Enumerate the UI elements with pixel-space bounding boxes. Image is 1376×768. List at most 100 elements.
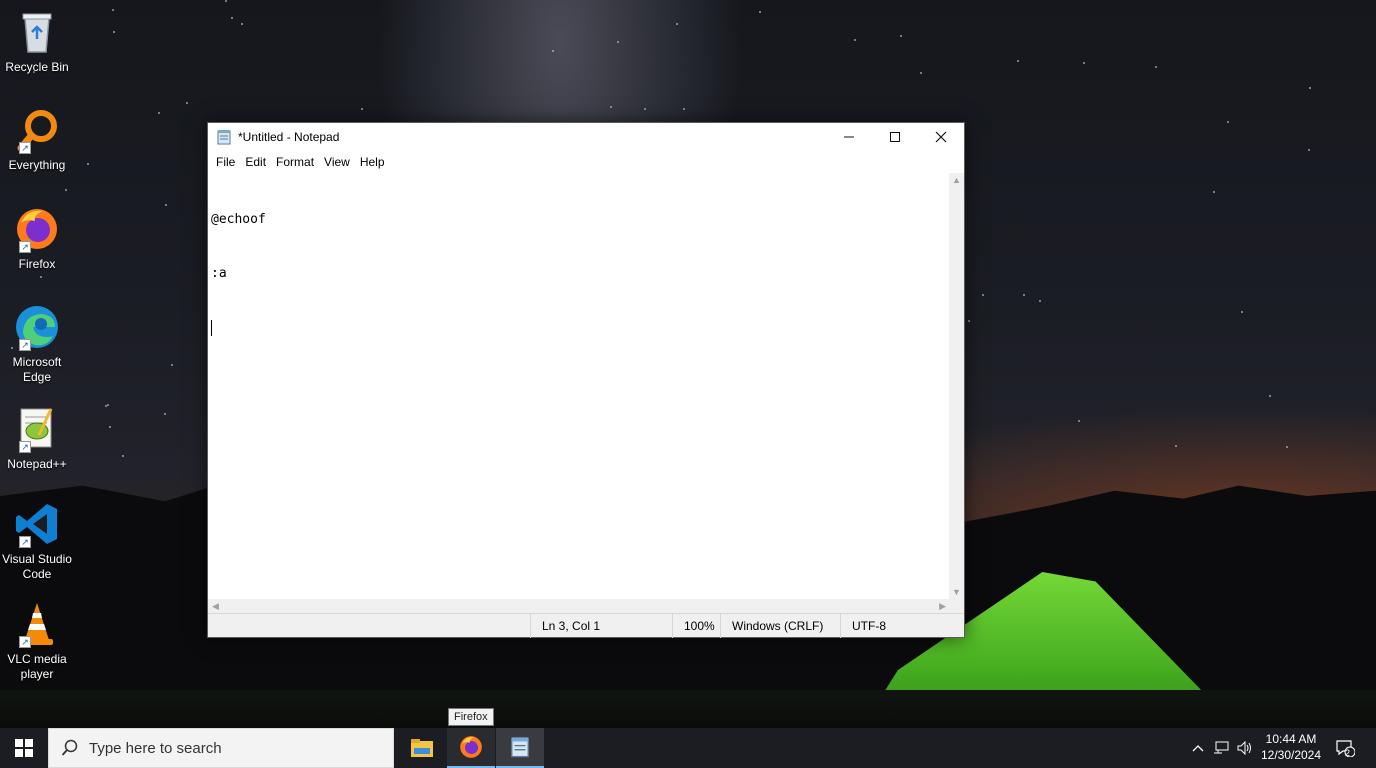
star: [165, 204, 167, 206]
star: [109, 426, 111, 428]
shortcut-arrow-icon: ↗: [19, 241, 31, 253]
star: [361, 108, 363, 110]
start-button[interactable]: [0, 728, 48, 768]
star: [759, 11, 761, 13]
volume-button[interactable]: [1234, 728, 1256, 768]
desktop-icon-notepad-plus-plus[interactable]: ↗ Notepad++: [2, 405, 72, 472]
scroll-up-icon[interactable]: ▲: [952, 175, 961, 185]
desktop-icon-vscode[interactable]: ↗ Visual Studio Code: [2, 500, 72, 582]
menu-format[interactable]: Format: [271, 155, 319, 169]
show-hidden-icons-button[interactable]: [1188, 728, 1208, 768]
text-editor[interactable]: @echoof :a: [208, 173, 950, 599]
star: [968, 320, 970, 322]
vlc-icon: ↗: [13, 600, 61, 648]
wallpaper-ground: [0, 690, 1376, 730]
minimize-icon: [844, 136, 854, 138]
maximize-button[interactable]: [872, 123, 918, 151]
notepad-titlebar[interactable]: *Untitled - Notepad: [208, 123, 964, 151]
star: [1078, 420, 1080, 422]
star: [1023, 294, 1025, 296]
desktop-icon-label: Microsoft Edge: [12, 355, 62, 384]
desktop-icon-label: Recycle Bin: [5, 60, 69, 74]
desktop-icon-label: Firefox: [18, 257, 56, 271]
notepad-icon: [216, 129, 232, 145]
star: [1039, 300, 1041, 302]
status-encoding: UTF-8: [840, 614, 950, 638]
star: [982, 294, 984, 296]
search-placeholder: Type here to search: [89, 739, 222, 757]
star: [112, 9, 114, 11]
notepad-plus-plus-icon: ↗: [13, 405, 61, 453]
star: [552, 50, 554, 52]
firefox-tooltip: Firefox: [448, 708, 494, 726]
speaker-icon: [1237, 741, 1251, 755]
edge-icon: ↗: [13, 303, 61, 351]
menu-bar: File Edit Format View Help: [208, 151, 964, 173]
desktop-icon-edge[interactable]: ↗ Microsoft Edge: [2, 303, 72, 385]
scroll-left-icon[interactable]: ◀: [212, 601, 219, 612]
recycle-bin-icon: [13, 8, 61, 56]
menu-view[interactable]: View: [319, 155, 355, 169]
network-icon: [1214, 741, 1229, 754]
status-zoom: 100%: [672, 614, 722, 638]
star: [171, 364, 173, 366]
scroll-down-icon[interactable]: ▼: [952, 587, 961, 597]
editor-line-3: [211, 319, 947, 337]
close-button[interactable]: [918, 123, 964, 151]
shortcut-arrow-icon: ↗: [19, 441, 31, 453]
desktop-icon-everything[interactable]: ↗ Everything: [2, 106, 72, 173]
vscode-icon: ↗: [13, 500, 61, 548]
desktop-icon-firefox[interactable]: ↗ Firefox: [2, 205, 72, 272]
taskbar-notepad[interactable]: [496, 728, 544, 768]
horizontal-scrollbar[interactable]: ◀ ▶: [208, 599, 950, 614]
star: [1227, 121, 1229, 123]
desktop-icon-label: Everything: [8, 158, 66, 172]
taskbar-search-box[interactable]: Type here to search: [48, 728, 394, 768]
taskbar: Type here to search 10:44 AM 12/30/2024 …: [0, 728, 1376, 768]
star: [107, 404, 109, 406]
star: [1308, 149, 1310, 151]
windows-logo-icon: [15, 739, 33, 757]
vertical-scrollbar[interactable]: ▲ ▼: [949, 173, 964, 599]
desktop-icon-recycle-bin[interactable]: Recycle Bin: [2, 8, 72, 75]
maximize-icon: [890, 132, 900, 142]
scroll-right-icon[interactable]: ▶: [939, 601, 946, 612]
star: [676, 23, 678, 25]
star: [40, 276, 42, 278]
taskbar-firefox[interactable]: [447, 728, 495, 768]
star: [900, 35, 902, 37]
star: [1155, 66, 1157, 68]
star: [186, 102, 188, 104]
menu-file[interactable]: File: [211, 155, 240, 169]
status-line-ending: Windows (CRLF): [720, 614, 842, 638]
clock-date: 12/30/2024: [1260, 748, 1322, 762]
star: [105, 405, 107, 407]
star: [87, 163, 89, 165]
taskbar-clock[interactable]: 10:44 AM 12/30/2024: [1256, 728, 1326, 768]
status-position: Ln 3, Col 1: [530, 614, 672, 638]
minimize-button[interactable]: [826, 123, 872, 151]
taskbar-file-explorer[interactable]: [398, 728, 446, 768]
star: [158, 112, 160, 114]
star: [854, 39, 856, 41]
notification-count: 2: [1345, 748, 1351, 758]
star: [113, 31, 115, 33]
menu-edit[interactable]: Edit: [240, 155, 271, 169]
close-icon: [935, 131, 947, 143]
network-button[interactable]: [1210, 728, 1232, 768]
star: [231, 17, 233, 19]
notepad-window[interactable]: *Untitled - Notepad File Edit Format Vie…: [207, 122, 965, 638]
desktop-icon-vlc[interactable]: ↗ VLC media player: [2, 600, 72, 682]
menu-help[interactable]: Help: [355, 155, 390, 169]
search-icon: [61, 739, 78, 756]
editor-line-1: @echoof: [211, 212, 266, 227]
desktop-icon-label: Notepad++: [7, 457, 67, 471]
star: [1286, 446, 1288, 448]
everything-search-icon: ↗: [13, 106, 61, 154]
star: [610, 106, 612, 108]
resize-grip[interactable]: [949, 599, 964, 614]
file-explorer-icon: [411, 739, 433, 757]
firefox-icon: ↗: [13, 205, 61, 253]
action-center-button[interactable]: 2: [1330, 728, 1360, 768]
desktop-icon-label: VLC media player: [7, 652, 67, 681]
